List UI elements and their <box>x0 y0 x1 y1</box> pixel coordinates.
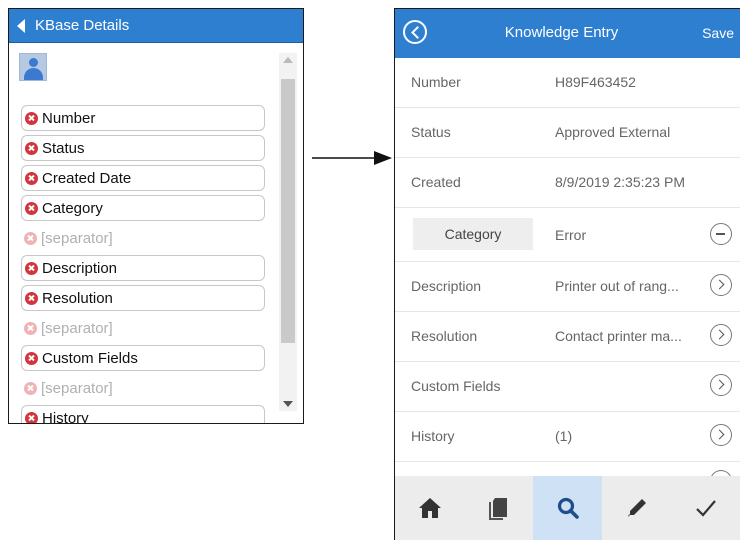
entry-field-list: Number H89F463452 Status Approved Extern… <box>395 58 740 482</box>
row-value: 8/9/2019 2:35:23 PM <box>555 174 685 190</box>
category-button[interactable]: Category <box>413 218 533 250</box>
home-icon <box>418 498 441 518</box>
row-status: Status Approved External <box>395 108 740 158</box>
knowledge-entry-panel: Knowledge Entry Save Number H89F463452 S… <box>394 8 740 540</box>
chevron-right-icon[interactable] <box>710 324 732 346</box>
chevron-right-icon[interactable] <box>710 374 732 396</box>
row-value: Error <box>555 227 587 243</box>
toolbar-edit-button[interactable] <box>602 476 671 540</box>
row-label: Custom Fields <box>411 378 501 394</box>
field-item-created-date[interactable]: Created Date <box>21 165 265 191</box>
knowledge-entry-header: Knowledge Entry Save <box>395 9 740 58</box>
row-value: Contact printer ma... <box>555 328 682 344</box>
row-label: Status <box>411 124 451 140</box>
field-item-separator[interactable]: [separator] <box>21 225 265 251</box>
row-value: H89F463452 <box>555 74 636 90</box>
row-label: History <box>411 428 455 444</box>
toolbar-pages-button[interactable] <box>464 476 533 540</box>
search-icon <box>557 497 579 519</box>
row-category: Category Error <box>395 208 740 262</box>
scroll-down-icon[interactable] <box>283 401 293 407</box>
save-button[interactable]: Save <box>702 25 734 41</box>
scrollbar-thumb[interactable] <box>281 79 295 343</box>
chevron-right-icon[interactable] <box>710 424 732 446</box>
remove-icon[interactable] <box>25 171 38 185</box>
field-item-status[interactable]: Status <box>21 135 265 161</box>
row-resolution[interactable]: Resolution Contact printer ma... <box>395 312 740 362</box>
row-label: Number <box>411 74 461 90</box>
field-item-custom-fields[interactable]: Custom Fields <box>21 345 265 371</box>
remove-icon[interactable] <box>24 321 37 335</box>
remove-icon[interactable] <box>25 411 38 423</box>
bottom-toolbar <box>395 476 740 540</box>
remove-icon[interactable] <box>24 381 37 395</box>
chevron-right-icon[interactable] <box>710 274 732 296</box>
row-number: Number H89F463452 <box>395 58 740 108</box>
remove-icon[interactable] <box>25 351 38 365</box>
avatar-icon[interactable] <box>19 53 47 81</box>
row-value: Approved External <box>555 124 671 140</box>
flow-arrow-icon <box>312 151 392 165</box>
toolbar-search-button[interactable] <box>533 476 602 540</box>
pencil-icon <box>627 499 646 517</box>
more-options-icon[interactable] <box>710 223 732 245</box>
remove-icon[interactable] <box>25 141 38 155</box>
toolbar-home-button[interactable] <box>395 476 464 540</box>
field-item-description[interactable]: Description <box>21 255 265 281</box>
field-item-separator[interactable]: [separator] <box>21 315 265 341</box>
kbase-details-header: KBase Details <box>9 9 303 43</box>
row-created: Created 8/9/2019 2:35:23 PM <box>395 158 740 208</box>
row-description[interactable]: Description Printer out of rang... <box>395 262 740 312</box>
scrollbar[interactable] <box>279 53 297 411</box>
row-label: Resolution <box>411 328 478 344</box>
remove-icon[interactable] <box>24 231 37 245</box>
row-label: Created <box>411 174 461 190</box>
row-custom-fields[interactable]: Custom Fields <box>395 362 740 412</box>
remove-icon[interactable] <box>25 111 38 125</box>
toolbar-done-button[interactable] <box>671 476 740 540</box>
field-item-number[interactable]: Number <box>21 105 265 131</box>
row-label: Description <box>411 278 482 294</box>
row-value: (1) <box>555 428 573 444</box>
field-item-resolution[interactable]: Resolution <box>21 285 265 311</box>
remove-icon[interactable] <box>25 261 38 275</box>
kbase-details-body: Number Status Created Date Category [sep… <box>9 43 303 423</box>
back-arrow-icon[interactable] <box>17 18 25 33</box>
scroll-up-icon[interactable] <box>283 57 293 63</box>
field-item-history[interactable]: History <box>21 405 265 423</box>
field-list: Number Status Created Date Category [sep… <box>21 105 265 423</box>
pages-icon <box>488 498 507 520</box>
kbase-details-title: KBase Details <box>35 17 130 34</box>
check-icon <box>695 500 716 517</box>
kbase-details-panel: KBase Details Number Status Created Date… <box>8 8 304 424</box>
row-history[interactable]: History (1) <box>395 412 740 462</box>
remove-icon[interactable] <box>25 291 38 305</box>
field-item-category[interactable]: Category <box>21 195 265 221</box>
knowledge-entry-title: Knowledge Entry <box>504 24 619 41</box>
remove-icon[interactable] <box>25 201 38 215</box>
field-item-separator[interactable]: [separator] <box>21 375 265 401</box>
row-value: Printer out of rang... <box>555 278 679 294</box>
